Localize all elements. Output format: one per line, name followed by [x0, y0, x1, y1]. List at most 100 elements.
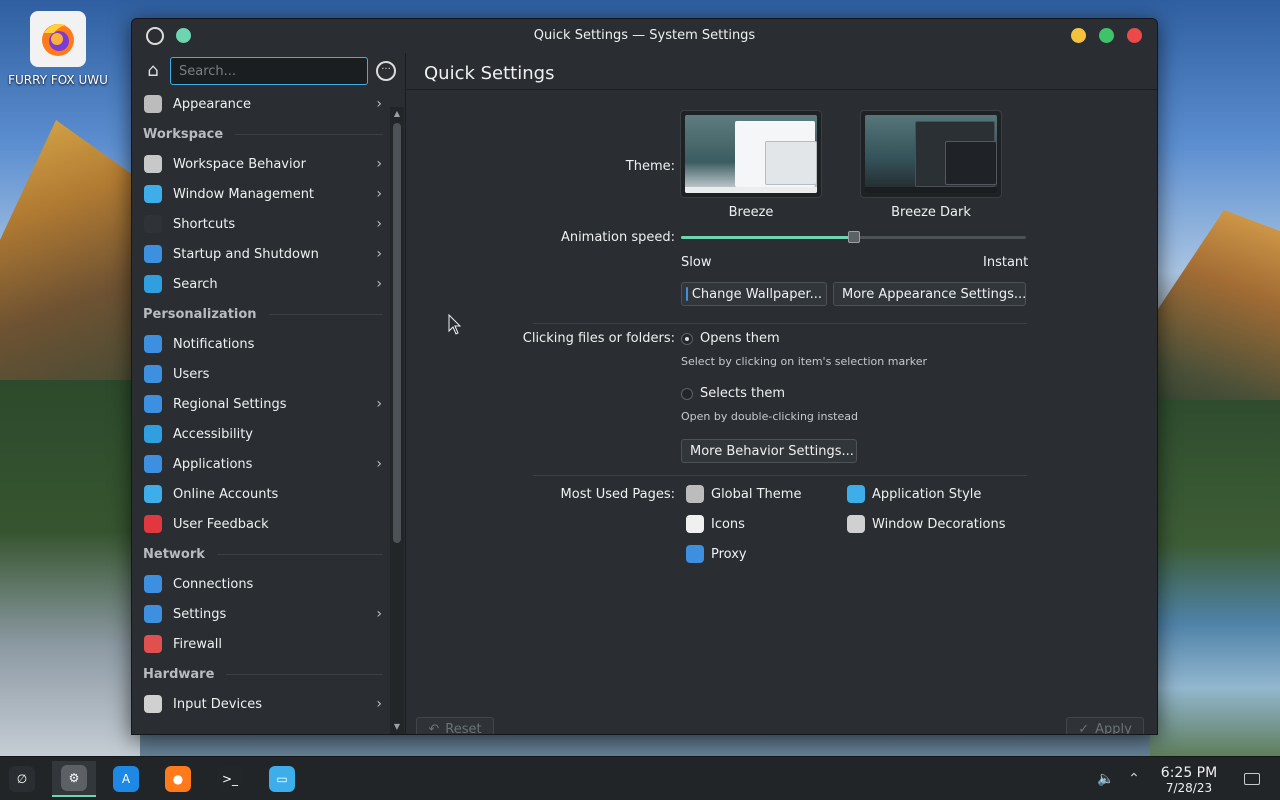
sidebar-item-notifications[interactable]: Notifications: [136, 329, 386, 359]
more-behavior-label: More Behavior Settings...: [690, 443, 854, 459]
shortcuts-icon: [144, 215, 162, 233]
opens-them-hint: Select by clicking on item's selection m…: [681, 355, 927, 368]
sidebar-item-firewall[interactable]: Firewall: [136, 629, 386, 659]
sidebar-item-accessibility[interactable]: Accessibility: [136, 419, 386, 449]
opens-them-label[interactable]: Opens them: [700, 331, 780, 346]
maximize-icon[interactable]: [1099, 28, 1114, 43]
network-settings-icon: [144, 605, 162, 623]
minimize-icon[interactable]: [1071, 28, 1086, 43]
sidebar-item-user-feedback[interactable]: User Feedback: [136, 509, 386, 539]
most-used-proxy[interactable]: Proxy: [686, 545, 747, 563]
reset-button[interactable]: ↶ Reset: [416, 717, 494, 735]
taskbar-app-launcher[interactable]: ∅: [0, 761, 44, 797]
sidebar-item-window-management[interactable]: Window Management ›: [136, 179, 386, 209]
more-behavior-button[interactable]: More Behavior Settings...: [681, 439, 857, 463]
breeze-preview: [685, 115, 817, 193]
sidebar-item-label: Startup and Shutdown: [173, 246, 319, 262]
apply-label: Apply: [1095, 721, 1132, 735]
scroll-down-icon[interactable]: ▼: [390, 720, 404, 734]
sidebar-item-input-devices[interactable]: Input Devices ›: [136, 689, 386, 719]
firefox-icon: ●: [165, 766, 191, 792]
home-icon[interactable]: ⌂: [142, 60, 164, 82]
sidebar-item-label: Shortcuts: [173, 216, 236, 232]
most-used-icons[interactable]: Icons: [686, 515, 745, 533]
scrollbar-thumb[interactable]: [393, 123, 401, 543]
system-settings-window: Quick Settings — System Settings ⌂ ··· A…: [131, 18, 1158, 735]
page-title: Quick Settings: [424, 63, 555, 84]
chevron-right-icon: ›: [376, 456, 382, 472]
wallpaper-icon: [686, 287, 688, 301]
sidebar-item-label: Users: [173, 366, 210, 382]
sidebar: ⌂ ··· Appearance › Workspace Workspace Beha…: [132, 53, 406, 734]
global-theme-icon: [686, 485, 704, 503]
most-used-window-decorations[interactable]: Window Decorations: [847, 515, 1006, 533]
sidebar-item-users[interactable]: Users: [136, 359, 386, 389]
slider-handle[interactable]: [848, 231, 860, 243]
sidebar-scrollbar[interactable]: ▲ ▼: [390, 107, 404, 734]
clock-date[interactable]: 7/28/23: [1156, 781, 1222, 795]
connections-icon: [144, 575, 162, 593]
apply-button[interactable]: ✓ Apply: [1066, 717, 1144, 735]
theme-card-breeze-dark[interactable]: [860, 110, 1002, 198]
sidebar-list: Appearance › Workspace Workspace Behavior › W…: [136, 89, 388, 734]
more-options-icon[interactable]: ···: [376, 61, 396, 81]
show-desktop-icon[interactable]: [1244, 773, 1260, 785]
section-rule: [268, 313, 383, 315]
application-style-icon: [847, 485, 865, 503]
more-appearance-button[interactable]: More Appearance Settings...: [833, 282, 1026, 306]
sidebar-header: ⌂ ···: [132, 53, 406, 89]
most-used-global-theme[interactable]: Global Theme: [686, 485, 801, 503]
sidebar-item-connections[interactable]: Connections: [136, 569, 386, 599]
chevron-right-icon: ›: [376, 156, 382, 172]
search-input[interactable]: [170, 57, 368, 85]
section-rule: [235, 133, 383, 135]
taskbar-app-terminal[interactable]: >_: [208, 761, 252, 797]
title-bar[interactable]: Quick Settings — System Settings: [132, 19, 1157, 53]
selects-them-label[interactable]: Selects them: [700, 386, 785, 401]
desktop-icon-caption: FURRY FOX UWU: [8, 73, 108, 87]
sidebar-section-label: Personalization: [143, 306, 257, 322]
sidebar-item-startup-and-shutdown[interactable]: Startup and Shutdown ›: [136, 239, 386, 269]
window-title: Quick Settings — System Settings: [533, 28, 756, 43]
chevron-right-icon: ›: [376, 246, 382, 262]
sidebar-item-shortcuts[interactable]: Shortcuts ›: [136, 209, 386, 239]
window-menu-icon[interactable]: [146, 27, 164, 45]
more-appearance-label: More Appearance Settings...: [842, 286, 1027, 302]
taskbar-app-firefox[interactable]: ●: [156, 761, 200, 797]
theme-card-breeze[interactable]: [680, 110, 822, 198]
wallpaper-forest-right: [1150, 400, 1280, 760]
sidebar-item-label: Applications: [173, 456, 253, 472]
reset-label: Reset: [445, 721, 482, 735]
sidebar-item-search[interactable]: Search ›: [136, 269, 386, 299]
scroll-up-icon[interactable]: ▲: [390, 107, 404, 121]
clock-time[interactable]: 6:25 PM: [1156, 765, 1222, 781]
taskbar-app-system-settings[interactable]: ⚙: [52, 761, 96, 797]
feedback-icon: [144, 515, 162, 533]
sidebar-section-label: Network: [143, 546, 205, 562]
sidebar-item-regional-settings[interactable]: Regional Settings ›: [136, 389, 386, 419]
sidebar-item-appearance[interactable]: Appearance ›: [136, 89, 386, 119]
desktop-icon-firefox[interactable]: FURRY FOX UWU: [3, 11, 113, 87]
wallpaper-mountain-left: [0, 120, 140, 420]
sidebar-item-label: Input Devices: [173, 696, 263, 712]
theme-name-breeze: Breeze: [728, 205, 774, 220]
volume-icon[interactable]: 🔈: [1096, 769, 1116, 789]
pin-icon[interactable]: [176, 28, 191, 43]
sidebar-item-online-accounts[interactable]: Online Accounts: [136, 479, 386, 509]
close-icon[interactable]: [1127, 28, 1142, 43]
firewall-icon: [144, 635, 162, 653]
sidebar-item-workspace-behavior[interactable]: Workspace Behavior ›: [136, 149, 386, 179]
taskbar-app-app-store[interactable]: A: [104, 761, 148, 797]
sidebar-item-settings[interactable]: Settings ›: [136, 599, 386, 629]
opens-them-radio[interactable]: [681, 333, 693, 345]
app-store-icon: A: [113, 766, 139, 792]
selects-them-radio[interactable]: [681, 388, 693, 400]
clicking-label: Clicking files or folders:: [522, 331, 675, 346]
change-wallpaper-button[interactable]: Change Wallpaper...: [681, 282, 827, 306]
most-used-application-style[interactable]: Application Style: [847, 485, 981, 503]
firefox-icon: [30, 11, 86, 67]
taskbar-app-file-manager[interactable]: ▭: [260, 761, 304, 797]
chevron-right-icon: ›: [376, 396, 382, 412]
sidebar-item-applications[interactable]: Applications ›: [136, 449, 386, 479]
tray-expand-icon[interactable]: ⌃: [1124, 769, 1144, 789]
